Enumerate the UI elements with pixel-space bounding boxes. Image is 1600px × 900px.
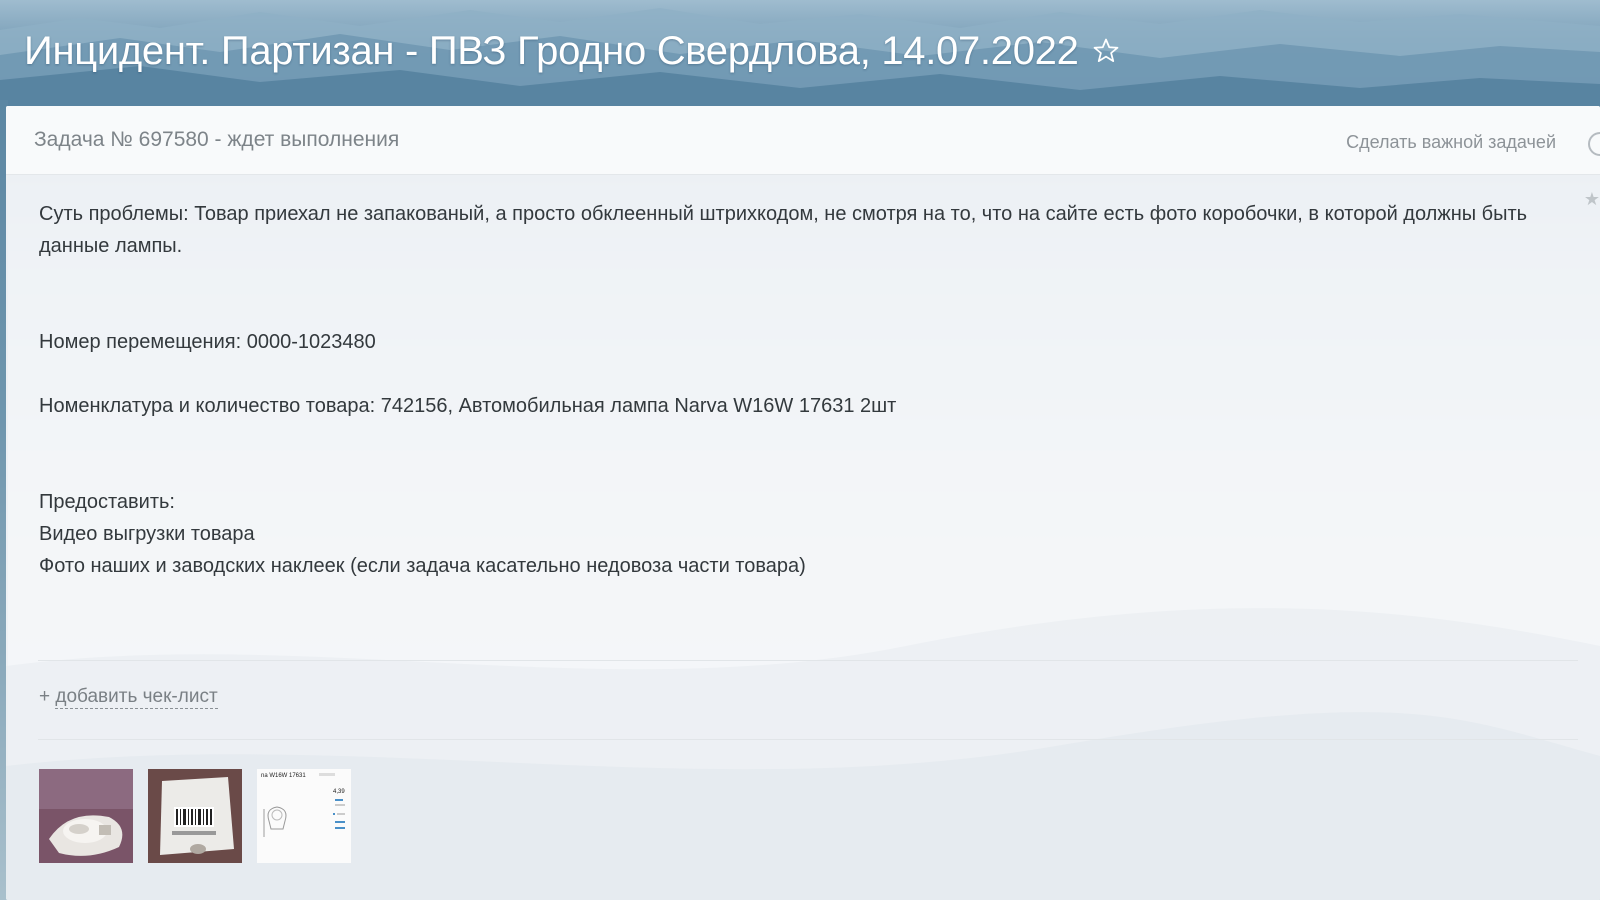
page-title-text: Инцидент. Партизан - ПВЗ Гродно Свердлов… — [24, 28, 1079, 73]
task-header: Задача № 697580 - ждет выполнения Сделат… — [6, 106, 1600, 175]
task-description: Суть проблемы: Товар приехал не запакова… — [39, 198, 1579, 582]
pin-star-icon[interactable]: ★ — [1584, 190, 1600, 208]
clock-icon[interactable] — [1588, 132, 1600, 156]
add-checklist-link[interactable]: + добавить чек-лист — [39, 686, 218, 709]
page-title: Инцидент. Партизан - ПВЗ Гродно Свердлов… — [24, 24, 1121, 78]
attachment-photo-lamp-hand[interactable] — [39, 769, 133, 863]
divider — [38, 660, 1578, 661]
attachments: na W16W 17631 4,39 — [39, 769, 351, 863]
add-checklist-label: добавить чек-лист — [55, 686, 218, 709]
provide-item: Фото наших и заводских наклеек (если зад… — [39, 555, 806, 577]
attachment-photo-barcode[interactable] — [148, 769, 242, 863]
task-number-status: Задача № 697580 - ждет выполнения — [34, 128, 400, 151]
star-outline-icon[interactable] — [1091, 36, 1121, 66]
nomenclature-text: Номенклатура и количество товара: 742156… — [39, 395, 897, 417]
attachment-screenshot-product-page[interactable]: na W16W 17631 4,39 — [257, 769, 351, 863]
transfer-number-text: Номер перемещения: 0000-1023480 — [39, 331, 376, 353]
provide-heading: Предоставить: — [39, 491, 175, 513]
problem-text: Суть проблемы: Товар приехал не запакова… — [39, 203, 1528, 257]
make-important-link[interactable]: Сделать важной задачей — [1346, 132, 1556, 153]
task-panel: Задача № 697580 - ждет выполнения Сделат… — [6, 106, 1600, 900]
thumb-caption: na W16W 17631 — [261, 773, 306, 779]
provide-item: Видео выгрузки товара — [39, 523, 255, 545]
divider — [38, 739, 1578, 740]
thumb-price: 4,39 — [333, 789, 345, 795]
plus-icon: + — [39, 686, 51, 707]
